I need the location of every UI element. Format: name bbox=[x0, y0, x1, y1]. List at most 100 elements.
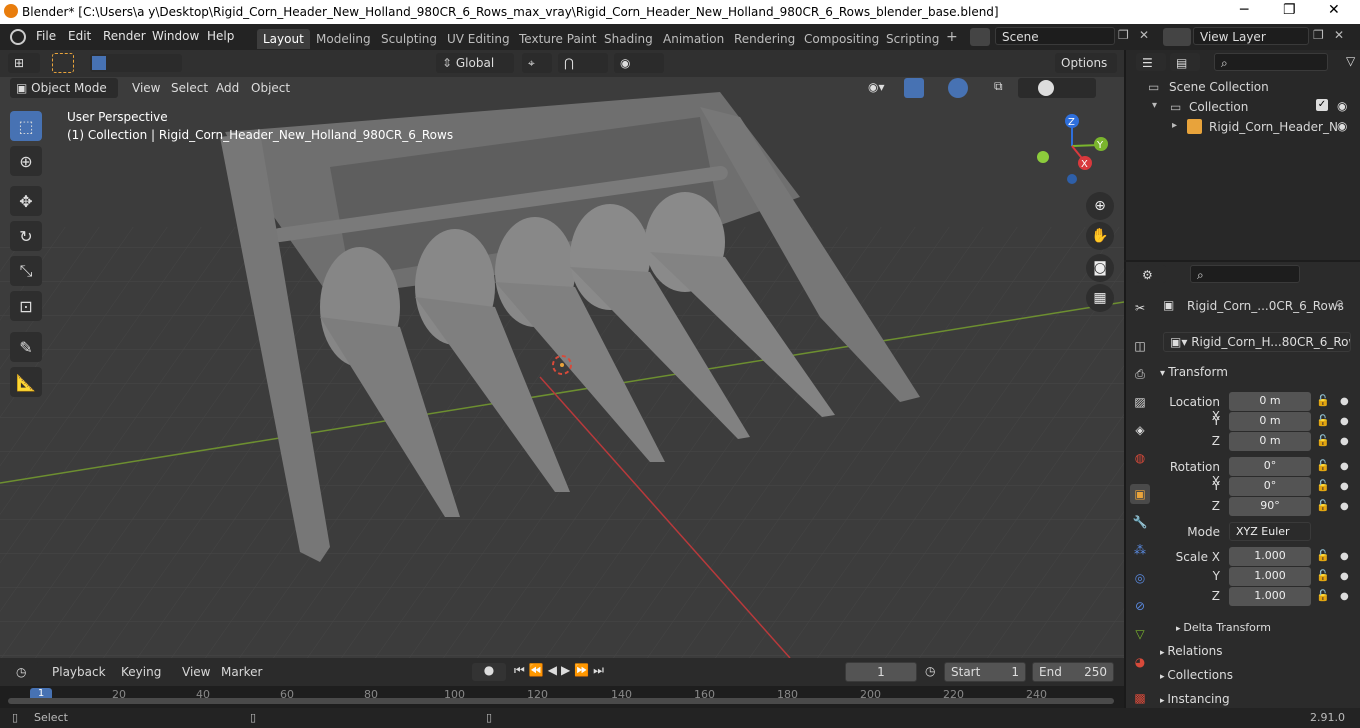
delta-transform-header[interactable]: ▸ Delta Transform bbox=[1176, 621, 1271, 634]
keyframe-dot-icon[interactable]: ● bbox=[1340, 551, 1349, 562]
pin-icon[interactable]: ⚲ bbox=[1335, 298, 1344, 312]
scale-x-field[interactable]: 1.000 bbox=[1229, 547, 1311, 566]
view-layer-icon[interactable] bbox=[1163, 28, 1191, 46]
collections-panel-header[interactable]: ▸ Collections bbox=[1160, 668, 1233, 682]
rotation-z-field[interactable]: 90° bbox=[1229, 497, 1311, 516]
tab-rendering[interactable]: Rendering bbox=[728, 29, 801, 49]
delete-scene-icon[interactable]: ✕ bbox=[1139, 28, 1149, 42]
new-scene-icon[interactable]: ❐ bbox=[1118, 28, 1129, 42]
current-frame-field[interactable]: 1 bbox=[845, 662, 917, 682]
lock-icon[interactable]: 🔓 bbox=[1316, 394, 1330, 407]
vp-menu-view[interactable]: View bbox=[132, 81, 160, 95]
tab-animation[interactable]: Animation bbox=[657, 29, 730, 49]
properties-editor-icon[interactable]: ⚙ bbox=[1136, 265, 1166, 283]
rotation-x-field[interactable]: 0° bbox=[1229, 457, 1311, 476]
outliner-object[interactable]: Rigid_Corn_Header_N bbox=[1209, 120, 1338, 134]
render-tab-icon[interactable]: ◫ bbox=[1130, 336, 1150, 356]
filter-icon[interactable]: ▽ bbox=[1346, 54, 1355, 68]
collection-expand-icon[interactable]: ▾ bbox=[1152, 100, 1157, 111]
scene-tab-icon[interactable]: ◈ bbox=[1130, 420, 1150, 440]
physics-tab-icon[interactable]: ◎ bbox=[1130, 568, 1150, 588]
auto-key-icon[interactable]: ● bbox=[472, 663, 506, 681]
keyframe-dot-icon[interactable]: ● bbox=[1340, 501, 1349, 512]
zoom-icon[interactable]: ⊕ bbox=[1086, 192, 1114, 220]
vp-menu-select[interactable]: Select bbox=[171, 81, 208, 95]
outliner-editor-icon[interactable]: ☰ bbox=[1136, 53, 1166, 71]
outliner-scene-collection[interactable]: Scene Collection bbox=[1169, 80, 1269, 94]
timeline-menu-marker[interactable]: Marker bbox=[221, 665, 262, 679]
transform-tool-icon[interactable]: ⊡ bbox=[10, 291, 42, 321]
annotate-tool-icon[interactable]: ✎ bbox=[10, 332, 42, 362]
snap-icon[interactable]: ⋂ bbox=[558, 53, 608, 73]
object-expand-icon[interactable]: ▸ bbox=[1172, 120, 1177, 131]
playback-controls[interactable]: ⏮⏪◀▶⏩⏭ bbox=[514, 663, 634, 681]
tab-modeling[interactable]: Modeling bbox=[310, 29, 377, 49]
vp-menu-object[interactable]: Object bbox=[251, 81, 290, 95]
modifier-tab-icon[interactable]: 🔧 bbox=[1130, 512, 1150, 532]
view-layer-field[interactable]: View Layer bbox=[1193, 27, 1309, 45]
selection-mode-icons[interactable] bbox=[90, 54, 182, 72]
orientation-dropdown[interactable]: ⇕ Global bbox=[436, 53, 514, 73]
gizmo-neg-z[interactable] bbox=[1067, 174, 1077, 184]
keyframe-dot-icon[interactable]: ● bbox=[1340, 481, 1349, 492]
shading-mode-icons[interactable] bbox=[1018, 78, 1096, 98]
gizmo-toggle-icon[interactable] bbox=[904, 78, 924, 98]
timeline-scrollbar[interactable] bbox=[8, 698, 1114, 704]
keyframe-dot-icon[interactable]: ● bbox=[1340, 591, 1349, 602]
lock-icon[interactable]: 🔓 bbox=[1316, 479, 1330, 492]
properties-search-input[interactable]: ⌕ bbox=[1190, 265, 1300, 283]
tab-sculpting[interactable]: Sculpting bbox=[375, 29, 443, 49]
keyframe-dot-icon[interactable]: ● bbox=[1340, 416, 1349, 427]
timeline-menu-view[interactable]: View bbox=[182, 665, 210, 679]
cursor-tool-icon[interactable]: ⊕ bbox=[10, 146, 42, 176]
lock-icon[interactable]: 🔓 bbox=[1316, 459, 1330, 472]
pivot-icon[interactable]: ⌖ bbox=[522, 53, 552, 73]
solid-shading-icon[interactable] bbox=[1038, 80, 1054, 96]
new-view-layer-icon[interactable]: ❐ bbox=[1313, 28, 1324, 42]
close-button[interactable]: ✕ bbox=[1328, 2, 1340, 18]
object-name-field[interactable]: ▣▾ Rigid_Corn_H...80CR_6_Rows bbox=[1163, 332, 1351, 352]
particles-tab-icon[interactable]: ⁂ bbox=[1130, 540, 1150, 560]
vp-menu-add[interactable]: Add bbox=[216, 81, 239, 95]
display-mode-icon[interactable]: ▤ bbox=[1170, 53, 1200, 71]
keyframe-dot-icon[interactable]: ● bbox=[1340, 461, 1349, 472]
viewport-canvas[interactable] bbox=[0, 77, 1124, 658]
mode-dropdown[interactable]: ▣ Object Mode bbox=[10, 78, 118, 98]
tab-compositing[interactable]: Compositing bbox=[798, 29, 885, 49]
keyframe-dot-icon[interactable]: ● bbox=[1340, 396, 1349, 407]
tab-scripting[interactable]: Scripting bbox=[880, 29, 945, 49]
collection-checkbox[interactable]: ✓ bbox=[1316, 99, 1328, 111]
lock-icon[interactable]: 🔓 bbox=[1316, 414, 1330, 427]
scale-y-field[interactable]: 1.000 bbox=[1229, 567, 1311, 586]
lock-icon[interactable]: 🔓 bbox=[1316, 569, 1330, 582]
preview-range-icon[interactable]: ◷ bbox=[925, 664, 935, 678]
outliner-search-input[interactable]: ⌕ bbox=[1214, 53, 1328, 71]
menu-help[interactable]: Help bbox=[207, 29, 234, 43]
lock-icon[interactable]: 🔓 bbox=[1316, 589, 1330, 602]
instancing-panel-header[interactable]: ▸ Instancing bbox=[1160, 692, 1230, 706]
menu-render[interactable]: Render bbox=[103, 29, 146, 43]
location-y-field[interactable]: 0 m bbox=[1229, 412, 1311, 431]
navigation-gizmo[interactable]: Z Y X bbox=[1030, 110, 1114, 190]
move-tool-icon[interactable]: ✥ bbox=[10, 186, 42, 216]
3d-viewport[interactable] bbox=[0, 77, 1124, 658]
menu-window[interactable]: Window bbox=[152, 29, 199, 43]
scene-field[interactable]: Scene bbox=[995, 27, 1115, 45]
visibility-icon[interactable]: ◉▾ bbox=[868, 80, 885, 94]
timeline-menu-keying[interactable]: Keying bbox=[121, 665, 161, 679]
output-tab-icon[interactable]: ⎙ bbox=[1130, 364, 1150, 384]
camera-icon[interactable]: ◙ bbox=[1086, 254, 1114, 282]
menu-file[interactable]: File bbox=[36, 29, 56, 43]
menu-edit[interactable]: Edit bbox=[68, 29, 91, 43]
outliner-collection[interactable]: Collection bbox=[1189, 100, 1248, 114]
editor-type-icon[interactable]: ⊞ bbox=[8, 53, 40, 73]
scale-tool-icon[interactable]: ⤡ bbox=[10, 256, 42, 286]
view-layer-tab-icon[interactable]: ▨ bbox=[1130, 392, 1150, 412]
scale-z-field[interactable]: 1.000 bbox=[1229, 587, 1311, 606]
keyframe-dot-icon[interactable]: ● bbox=[1340, 571, 1349, 582]
data-tab-icon[interactable]: ▽ bbox=[1130, 624, 1150, 644]
proportional-edit-icon[interactable]: ◉ bbox=[614, 53, 664, 73]
object-tab-icon[interactable]: ▣ bbox=[1130, 484, 1150, 504]
lock-icon[interactable]: 🔓 bbox=[1316, 499, 1330, 512]
xray-icon[interactable]: ⧉ bbox=[994, 79, 1003, 94]
